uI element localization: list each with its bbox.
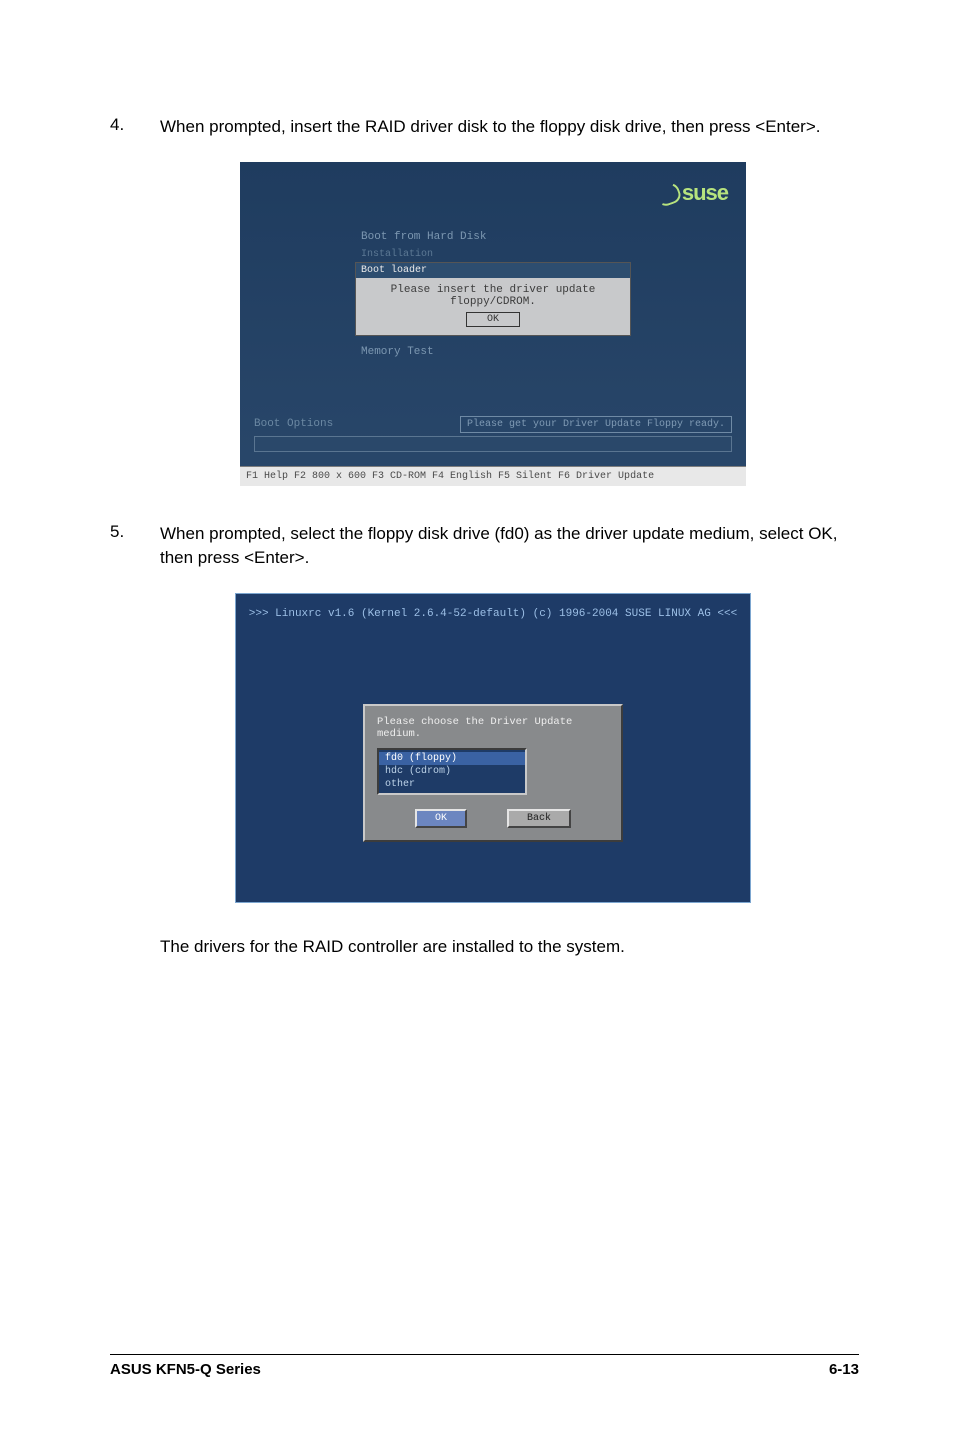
- step-5-text: When prompted, select the floppy disk dr…: [160, 522, 854, 571]
- dialog-title: Boot loader: [356, 263, 630, 278]
- driver-update-ready-message: Please get your Driver Update Floppy rea…: [460, 416, 732, 433]
- linuxrc-screenshot: >>> Linuxrc v1.6 (Kernel 2.6.4-52-defaul…: [235, 593, 751, 903]
- ok-button[interactable]: OK: [415, 809, 467, 828]
- footer-page-number: 6-13: [829, 1361, 859, 1378]
- driver-update-medium-dialog: Please choose the Driver Update medium. …: [363, 704, 623, 842]
- suse-swirl-icon: [653, 179, 683, 208]
- back-button[interactable]: Back: [507, 809, 571, 828]
- page-footer: ASUS KFN5-Q Series 6-13: [110, 1354, 859, 1378]
- step-4: 4. When prompted, insert the RAID driver…: [110, 115, 854, 140]
- dialog-message: Please insert the driver update floppy/C…: [362, 284, 624, 308]
- suse-logo-text: suse: [682, 180, 728, 205]
- boot-options-label: Boot Options: [254, 418, 333, 430]
- suse-boot-screenshot: suse Boot from Hard Disk Installation Bo…: [240, 162, 746, 486]
- list-item-hdc[interactable]: hdc (cdrom): [379, 765, 525, 778]
- list-item-fd0[interactable]: fd0 (floppy): [379, 752, 525, 765]
- linuxrc-header: >>> Linuxrc v1.6 (Kernel 2.6.4-52-defaul…: [236, 594, 750, 634]
- final-result-text: The drivers for the RAID controller are …: [160, 937, 854, 957]
- list-item-other[interactable]: other: [379, 778, 525, 791]
- step-5-number: 5.: [110, 522, 160, 571]
- boot-options-input[interactable]: [254, 436, 732, 452]
- menu-installation: Installation: [355, 247, 631, 262]
- step-4-text: When prompted, insert the RAID driver di…: [160, 115, 820, 140]
- footer-product-name: ASUS KFN5-Q Series: [110, 1361, 261, 1378]
- dialog-prompt: Please choose the Driver Update medium.: [377, 716, 609, 740]
- ok-button[interactable]: OK: [466, 312, 520, 327]
- step-4-number: 4.: [110, 115, 160, 140]
- suse-logo: suse: [656, 180, 728, 206]
- function-key-help-bar: F1 Help F2 800 x 600 F3 CD-ROM F4 Englis…: [240, 466, 746, 486]
- medium-list[interactable]: fd0 (floppy) hdc (cdrom) other: [377, 748, 527, 795]
- step-5: 5. When prompted, select the floppy disk…: [110, 522, 854, 571]
- menu-boot-from-hard-disk: Boot from Hard Disk: [355, 227, 631, 247]
- menu-memory-test: Memory Test: [355, 342, 631, 362]
- boot-loader-dialog: Boot loader Please insert the driver upd…: [355, 262, 631, 336]
